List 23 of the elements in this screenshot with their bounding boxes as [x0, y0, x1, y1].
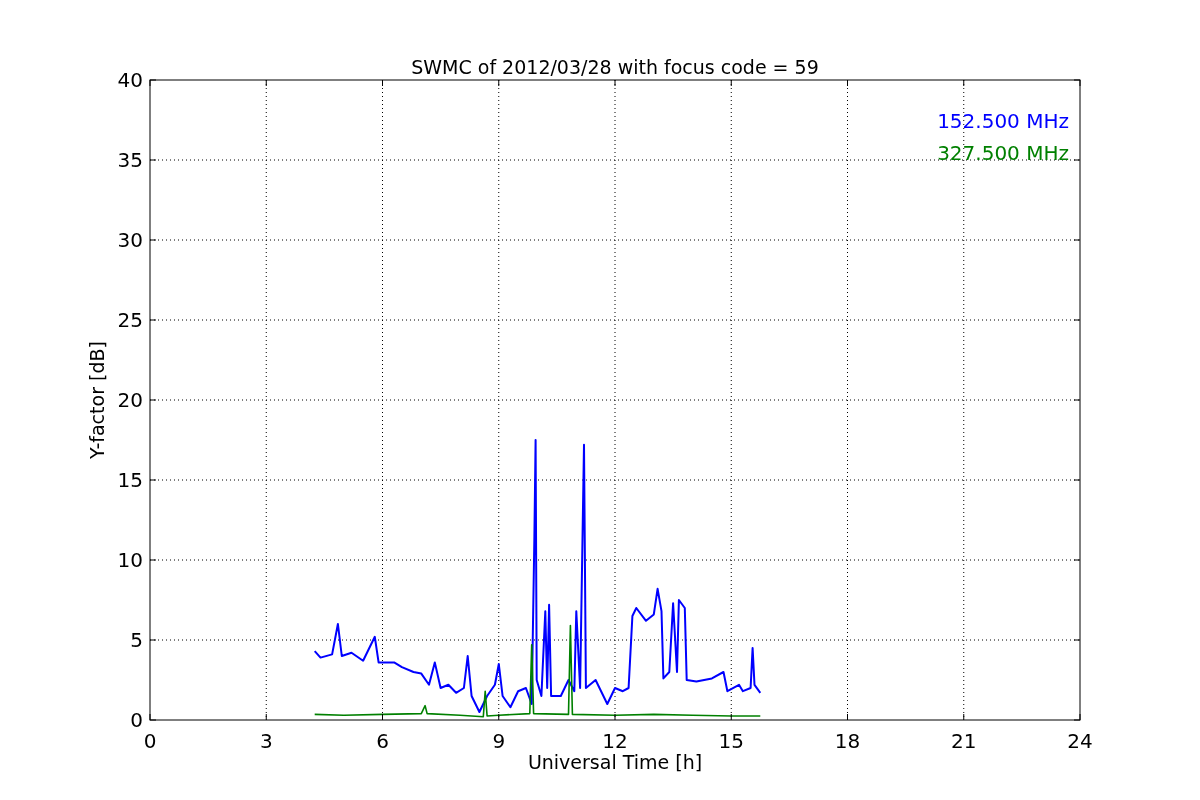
tick-label: 20	[117, 388, 143, 412]
tick-label: 35	[117, 148, 143, 172]
tick-label: 40	[117, 68, 143, 92]
chart-title: SWMC of 2012/03/28 with focus code = 59	[411, 56, 819, 78]
tick-label: 10	[117, 548, 143, 572]
axis-label: Y-factor [dB]	[86, 341, 108, 459]
tick-label: 12	[602, 729, 628, 753]
tick-label: 15	[117, 468, 143, 492]
tick-label: 0	[143, 729, 157, 753]
tick-label: 18	[834, 729, 861, 753]
tick-label: 15	[718, 729, 744, 753]
tick-label: 5	[130, 628, 143, 652]
tick-label: 9	[492, 729, 506, 753]
tick-label: 24	[1067, 729, 1093, 753]
tick-label: 25	[117, 308, 143, 332]
legend-label: 152.500 MHz	[937, 109, 1069, 133]
tick-label: 0	[130, 708, 143, 732]
tick-label: 30	[117, 228, 143, 252]
tick-label: 21	[951, 729, 977, 753]
axis-label: Universal Time [h]	[527, 751, 703, 773]
legend-label: 327.500 MHz	[937, 141, 1069, 165]
tick-label: 6	[376, 729, 389, 753]
tick-label: 3	[259, 729, 273, 753]
